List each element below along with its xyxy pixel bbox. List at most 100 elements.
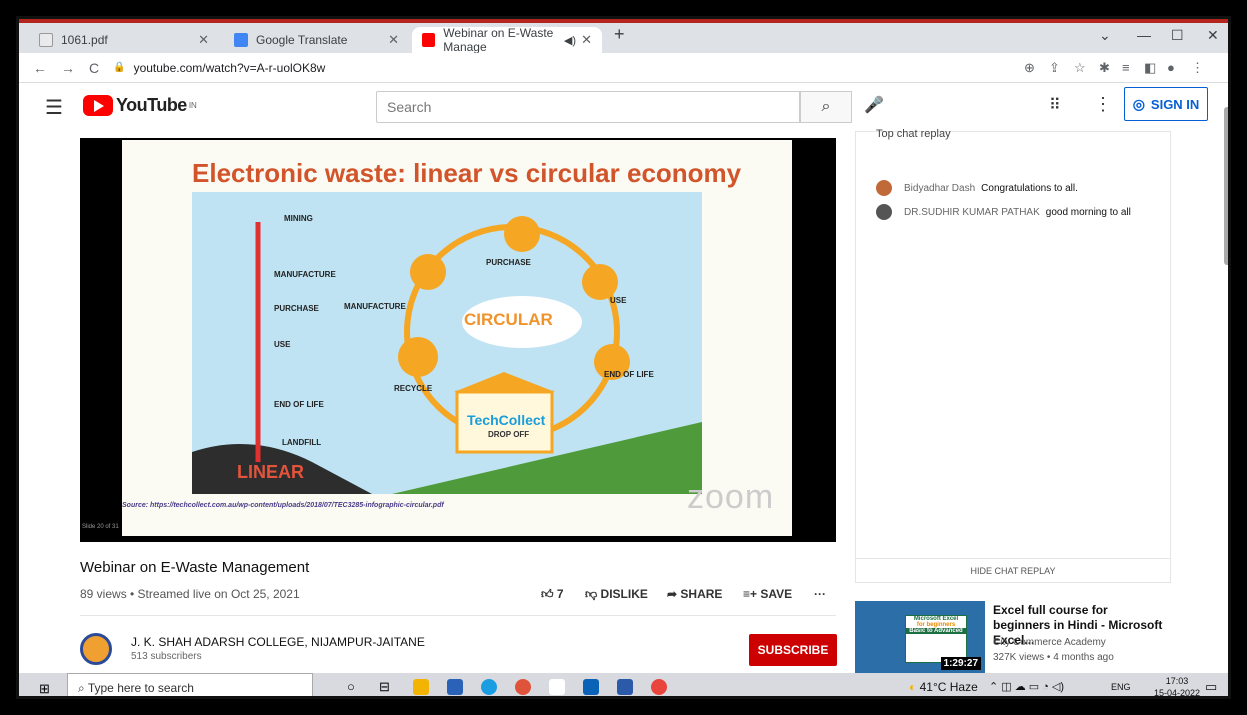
system-tray-icons[interactable]: ⌃ ◫ ☁ ▭ ◔ ◁): [989, 680, 1064, 693]
video-player[interactable]: Electronic waste: linear vs circular eco…: [80, 138, 836, 542]
taskbar-search-placeholder: Type here to search: [87, 681, 194, 695]
url-field[interactable]: youtube.com/watch?v=A-r-uolOK8w: [134, 61, 326, 75]
avatar: [876, 204, 892, 220]
task-view-icon[interactable]: ⊟: [379, 679, 395, 695]
close-icon[interactable]: ✕: [198, 32, 209, 48]
circ-recycle: RECYCLE: [394, 384, 433, 393]
new-tab-button[interactable]: +: [614, 24, 625, 45]
settings-kebab-icon[interactable]: ⋮: [1094, 94, 1112, 115]
notification-icon[interactable]: ▭: [1205, 679, 1217, 695]
recommended-thumbnail[interactable]: Microsoft Excel for beginners Basic to A…: [855, 601, 985, 673]
close-icon[interactable]: ✕: [388, 32, 399, 48]
menu-kebab-icon[interactable]: ⋮: [1191, 60, 1204, 76]
slide-title: Electronic waste: linear vs circular eco…: [192, 158, 742, 188]
windows-start-icon[interactable]: ⊞: [39, 681, 50, 696]
app-icon[interactable]: [549, 679, 565, 695]
install-icon[interactable]: ⊕: [1024, 60, 1035, 76]
infographic: MINING MANUFACTURE PURCHASE USE END OF L…: [192, 192, 702, 494]
circ-manufacture: MANUFACTURE: [344, 302, 406, 311]
step-manufacture: MANUFACTURE: [274, 270, 336, 279]
edge-icon[interactable]: [481, 679, 497, 695]
slide-number: Slide 20 of 31: [82, 524, 119, 530]
close-icon[interactable]: ✕: [581, 32, 592, 48]
reading-list-icon[interactable]: ≡: [1122, 60, 1130, 75]
chat-text: Congratulations to all.: [981, 182, 1078, 194]
recommended-meta: 327K views • 4 months ago: [993, 652, 1114, 663]
maximize-button[interactable]: ☐: [1171, 27, 1184, 44]
sign-in-button[interactable]: ◎ SIGN IN: [1124, 87, 1208, 121]
recommended-channel[interactable]: City Commerce Academy: [993, 637, 1106, 648]
word-icon[interactable]: [617, 679, 633, 695]
techcollect-logo: TechCollect: [467, 412, 546, 428]
step-use: USE: [274, 340, 291, 349]
step-purchase: PURCHASE: [274, 304, 319, 313]
reload-icon[interactable]: C: [89, 60, 99, 76]
store-icon[interactable]: [447, 679, 463, 695]
share-button[interactable]: ➦ SHARE: [667, 587, 722, 601]
taskbar-search-input[interactable]: ⌕ Type here to search: [67, 673, 313, 696]
search-input[interactable]: Search: [376, 91, 800, 123]
thumb-down-icon: 👎︎: [585, 587, 598, 601]
step-landfill: LANDFILL: [282, 438, 322, 447]
menu-hamburger-icon[interactable]: ☰: [45, 95, 63, 120]
linear-label: LINEAR: [237, 462, 304, 482]
weather-text: 41°C Haze: [919, 680, 978, 694]
zoom-watermark: zoom: [687, 478, 775, 516]
bookmark-star-icon[interactable]: ☆: [1074, 60, 1086, 76]
apps-grid-icon[interactable]: ⠿: [1049, 95, 1061, 115]
chrome-icon[interactable]: [651, 679, 667, 695]
tab-search-icon[interactable]: ⌄: [1099, 27, 1111, 44]
search-icon: ⌕: [78, 681, 88, 695]
like-button[interactable]: 👍︎ 7: [541, 587, 564, 602]
tab-google-translate[interactable]: Google Translate ✕: [224, 27, 409, 53]
search-icon: ⌕: [821, 98, 831, 115]
file-explorer-icon[interactable]: [413, 679, 429, 695]
subscribe-button[interactable]: SUBSCRIBE: [749, 634, 837, 666]
address-bar: ← → C 🔒 youtube.com/watch?v=A-r-uolOK8w …: [19, 53, 1228, 83]
step-mining: MINING: [284, 214, 313, 223]
mic-icon[interactable]: 🎤: [864, 95, 884, 115]
profile-icon[interactable]: ●: [1167, 60, 1175, 75]
share-label: SHARE: [680, 587, 723, 601]
lock-icon: 🔒: [113, 62, 126, 73]
tab-pdf[interactable]: 1061.pdf ✕: [29, 27, 219, 53]
page-scrollbar[interactable]: [1224, 107, 1228, 265]
weather-widget[interactable]: ◐ 41°C Haze: [909, 680, 978, 694]
firefox-icon[interactable]: [515, 679, 531, 695]
tab-webinar[interactable]: Webinar on E-Waste Manage ◀) ✕: [412, 26, 602, 54]
save-button[interactable]: ≡+ SAVE: [743, 587, 792, 601]
sun-haze-icon: ◐: [909, 680, 917, 694]
channel-name[interactable]: J. K. SHAH ADARSH COLLEGE, NIJAMPUR-JAIT…: [131, 635, 425, 649]
thumb-up-icon: 👍︎: [541, 587, 554, 601]
extensions-icon[interactable]: ✱: [1099, 60, 1110, 76]
mail-icon[interactable]: [583, 679, 599, 695]
speaker-icon: ◀): [563, 34, 576, 47]
forward-icon[interactable]: →: [61, 60, 75, 76]
side-panel-icon[interactable]: ◧: [1144, 60, 1156, 76]
translate-icon: [234, 33, 248, 47]
youtube-icon: [422, 33, 436, 47]
channel-avatar[interactable]: [80, 633, 112, 665]
clock-time[interactable]: 17:03: [1152, 676, 1202, 686]
clock-date[interactable]: 15-04-2022: [1152, 688, 1202, 696]
youtube-logo[interactable]: YouTube IN: [83, 95, 197, 116]
region-code: IN: [188, 101, 197, 110]
circ-end-of-life: END OF LIFE: [604, 370, 654, 379]
minimize-button[interactable]: —: [1137, 27, 1151, 43]
cortana-icon[interactable]: ○: [347, 679, 363, 695]
share-arrow-icon: ➦: [667, 587, 678, 601]
more-actions-icon[interactable]: ···: [814, 587, 826, 601]
video-duration: 1:29:27: [940, 657, 981, 670]
search-button[interactable]: ⌕: [800, 91, 852, 123]
hide-chat-replay-button[interactable]: HIDE CHAT REPLAY: [856, 558, 1170, 582]
share-icon[interactable]: ⇪: [1049, 60, 1060, 76]
chat-header[interactable]: Top chat replay: [876, 128, 951, 140]
close-window-button[interactable]: ✕: [1207, 27, 1219, 44]
chat-text: good morning to all: [1045, 206, 1131, 218]
back-icon[interactable]: ←: [33, 60, 47, 76]
dislike-button[interactable]: 👎︎ DISLIKE: [585, 587, 648, 602]
language-indicator[interactable]: ENG: [1111, 682, 1131, 692]
playlist-add-icon: ≡+: [743, 587, 758, 601]
video-title: Webinar on E-Waste Management: [80, 559, 310, 576]
presentation-slide: Electronic waste: linear vs circular eco…: [82, 140, 792, 536]
